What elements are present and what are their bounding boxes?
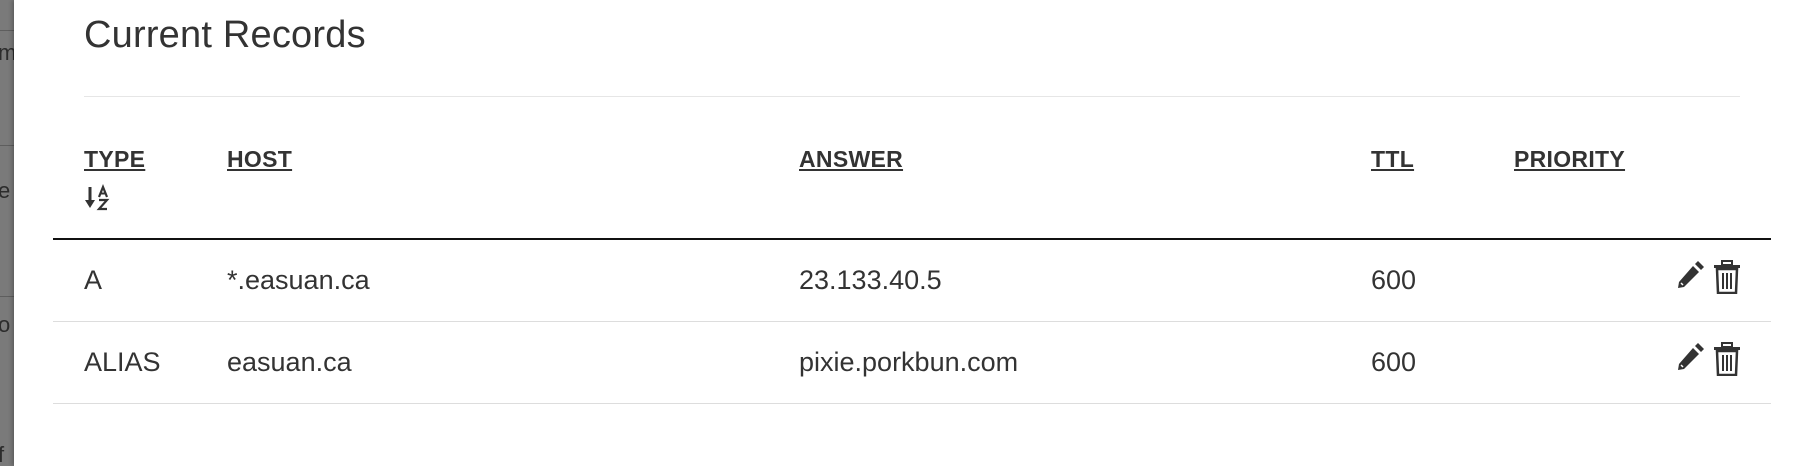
trash-icon[interactable] (1711, 260, 1743, 294)
record-answer: pixie.porkbun.com (799, 347, 1019, 377)
record-ttl: 600 (1371, 347, 1417, 377)
row-actions (1673, 342, 1743, 376)
table-header: TYPE HOST ANSWER TTL PRIORITY (53, 140, 1771, 240)
row-actions (1673, 260, 1743, 294)
title-divider (84, 96, 1740, 97)
column-header-priority[interactable]: PRIORITY (1514, 146, 1625, 173)
record-answer: 23.133.40.5 (799, 265, 942, 295)
records-panel: Current Records TYPE HOST ANSWER TTL PRI… (14, 0, 1808, 466)
background-divider (0, 145, 14, 146)
column-header-host[interactable]: HOST (227, 146, 292, 173)
records-table: TYPE HOST ANSWER TTL PRIORITY A *.easuan… (53, 140, 1771, 404)
column-header-type[interactable]: TYPE (84, 146, 145, 173)
record-ttl: 600 (1371, 265, 1417, 295)
record-host: easuan.ca (227, 347, 352, 377)
table-row: A *.easuan.ca 23.133.40.5 600 (53, 240, 1771, 322)
column-header-answer[interactable]: ANSWER (799, 146, 903, 173)
background-page: m e o f (0, 0, 14, 466)
table-row: ALIAS easuan.ca pixie.porkbun.com 600 (53, 322, 1771, 404)
background-divider (0, 30, 14, 31)
background-text: f (0, 442, 5, 466)
background-text: m (0, 40, 14, 65)
record-host: *.easuan.ca (227, 265, 370, 295)
background-text: o (0, 312, 11, 337)
edit-icon[interactable] (1673, 260, 1705, 294)
trash-icon[interactable] (1711, 342, 1743, 376)
column-header-ttl[interactable]: TTL (1371, 146, 1414, 173)
background-text: e (0, 178, 11, 203)
sort-alpha-down-icon[interactable] (84, 184, 114, 212)
record-type: A (84, 265, 103, 295)
record-type: ALIAS (84, 347, 161, 377)
background-divider (0, 296, 14, 297)
section-title: Current Records (84, 14, 366, 56)
edit-icon[interactable] (1673, 342, 1705, 376)
